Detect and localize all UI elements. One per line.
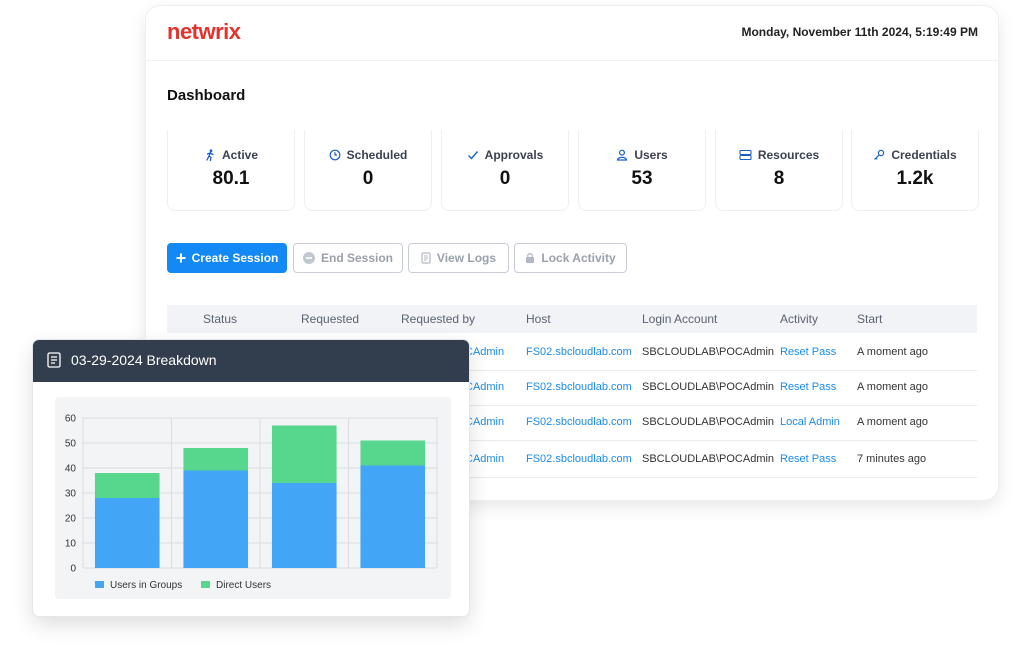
stat-card-approvals[interactable]: Approvals 0: [441, 130, 569, 211]
stat-label-approvals: Approvals: [484, 148, 544, 162]
lock-activity-button[interactable]: Lock Activity: [514, 243, 627, 273]
stat-label-credentials: Credentials: [891, 148, 957, 162]
y-tick-label: 30: [65, 489, 77, 500]
user-icon: [617, 149, 628, 161]
col-login-account[interactable]: Login Account: [642, 312, 717, 326]
stat-label-users: Users: [634, 148, 668, 162]
cell-activity[interactable]: Reset Pass: [780, 381, 836, 393]
checkmark-icon: [467, 151, 478, 160]
create-session-button[interactable]: Create Session: [167, 243, 287, 273]
view-logs-button[interactable]: View Logs: [408, 243, 509, 273]
cell-requested-by[interactable]: CAdmin: [465, 453, 504, 465]
stat-value-credentials: 1.2k: [896, 168, 934, 189]
legend-swatch: [95, 581, 104, 588]
bar-direct-users[interactable]: [183, 448, 249, 471]
stat-card-scheduled[interactable]: Scheduled 0: [304, 130, 432, 211]
bar-users-in-groups[interactable]: [94, 498, 160, 568]
cell-login-account: SBCLOUDLAB\POCAdmin: [642, 453, 775, 465]
col-activity[interactable]: Activity: [780, 312, 818, 326]
legend-item-users-in-groups[interactable]: Users in Groups: [95, 580, 182, 591]
stacked-bar-chart: 0 10 20 30 40 50 60: [65, 414, 438, 575]
cell-login-account: SBCLOUDLAB\POCAdmin: [642, 346, 775, 358]
page-title: Dashboard: [167, 87, 246, 104]
document-icon: [421, 252, 431, 264]
cell-start: 7 minutes ago: [857, 453, 927, 465]
bar-users-in-groups[interactable]: [183, 470, 249, 569]
legend-item-direct-users[interactable]: Direct Users: [201, 580, 271, 591]
current-datetime: Monday, November 11th 2024, 5:19:49 PM: [741, 25, 978, 39]
key-icon: [874, 149, 885, 160]
cell-host[interactable]: FS02.sbcloudlab.com: [526, 416, 632, 428]
cell-host[interactable]: FS02.sbcloudlab.com: [526, 453, 632, 465]
cell-start: A moment ago: [857, 381, 928, 393]
stat-label-active: Active: [221, 148, 259, 162]
stat-value-users: 53: [631, 168, 653, 189]
col-status[interactable]: Status: [203, 312, 237, 326]
cell-requested-by[interactable]: CAdmin: [465, 346, 504, 358]
cell-activity[interactable]: Reset Pass: [780, 453, 836, 465]
chart-legend: Users in Groups Direct Users: [95, 580, 287, 591]
cell-host[interactable]: FS02.sbcloudlab.com: [526, 381, 632, 393]
cell-activity[interactable]: Reset Pass: [780, 346, 836, 358]
cell-requested-by[interactable]: CAdmin: [465, 381, 504, 393]
bar-direct-users[interactable]: [271, 425, 337, 484]
stat-card-users[interactable]: Users 53: [578, 130, 706, 211]
cell-start: A moment ago: [857, 416, 928, 428]
y-tick-label: 50: [65, 439, 77, 450]
stat-label-scheduled: Scheduled: [346, 148, 408, 162]
cell-requested-by[interactable]: CAdmin: [465, 416, 504, 428]
cell-start: A moment ago: [857, 346, 928, 358]
stat-value-approvals: 0: [499, 168, 511, 189]
bar-users-in-groups[interactable]: [271, 483, 337, 568]
y-tick-label: 60: [65, 414, 77, 425]
sessions-table-header: Status Requested Requested by Host Login…: [167, 305, 977, 333]
clock-icon: [329, 149, 341, 161]
y-tick-label: 20: [65, 514, 77, 525]
stat-card-resources[interactable]: Resources 8: [715, 130, 843, 211]
stats-row: Active 80.1 Scheduled 0 Approvals 0 User…: [167, 130, 979, 212]
stop-circle-icon: [302, 252, 315, 264]
stat-value-active: 80.1: [212, 168, 250, 189]
y-tick-label: 0: [70, 564, 76, 575]
chart-container: 0 10 20 30 40 50 60: [55, 397, 451, 599]
col-host[interactable]: Host: [526, 312, 551, 326]
cell-login-account: SBCLOUDLAB\POCAdmin: [642, 416, 775, 428]
report-icon: [47, 352, 61, 368]
col-requested-by[interactable]: Requested by: [401, 312, 475, 326]
cell-activity[interactable]: Local Admin: [780, 416, 840, 428]
top-bar: netwrix Monday, November 11th 2024, 5:19…: [146, 6, 998, 61]
stat-card-active[interactable]: Active 80.1: [167, 130, 295, 211]
y-tick-label: 40: [65, 464, 77, 475]
breakdown-card-header: 03-29-2024 Breakdown: [33, 340, 469, 382]
bar-direct-users[interactable]: [94, 473, 160, 498]
breakdown-title: 03-29-2024 Breakdown: [71, 352, 217, 368]
netwrix-logo[interactable]: netwrix: [167, 19, 241, 45]
stat-label-resources: Resources: [757, 148, 820, 162]
end-session-button[interactable]: End Session: [293, 243, 403, 273]
stat-value-resources: 8: [773, 168, 785, 189]
legend-swatch: [201, 581, 211, 588]
bar-users-in-groups[interactable]: [360, 465, 426, 569]
breakdown-card: 03-29-2024 Breakdown 0 10 20 30 40 50 60 Users…: [33, 340, 469, 616]
cell-host[interactable]: FS02.sbcloudlab.com: [526, 346, 632, 358]
y-tick-label: 10: [65, 539, 77, 550]
cell-login-account: SBCLOUDLAB\POCAdmin: [642, 381, 775, 393]
stat-value-scheduled: 0: [362, 168, 374, 189]
running-person-icon: [206, 149, 214, 162]
server-icon: [739, 149, 752, 161]
col-start[interactable]: Start: [857, 312, 882, 326]
col-requested[interactable]: Requested: [301, 312, 359, 326]
plus-icon: [176, 253, 186, 263]
lock-icon: [526, 253, 535, 263]
bar-direct-users[interactable]: [360, 440, 426, 466]
stat-card-credentials[interactable]: Credentials 1.2k: [851, 130, 979, 211]
